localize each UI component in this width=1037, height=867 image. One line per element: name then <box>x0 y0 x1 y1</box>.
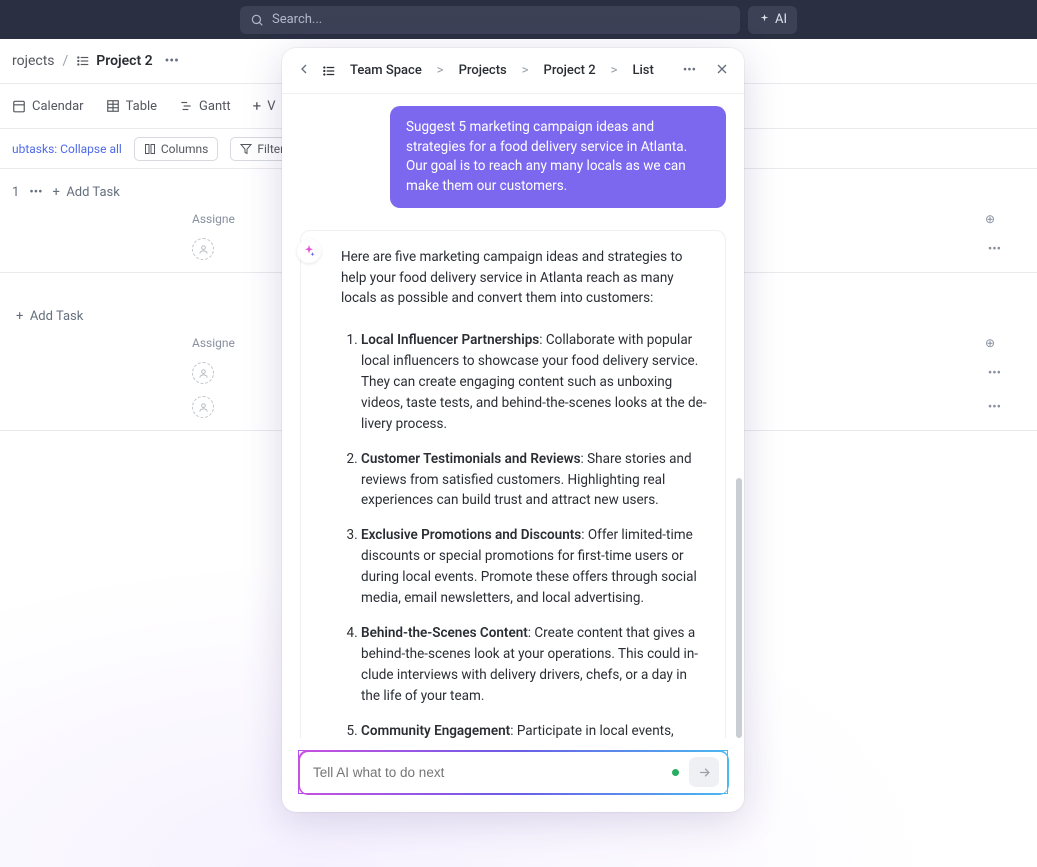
breadcrumb-separator: / <box>63 53 69 69</box>
ai-response-item-title: Customer Testimonials and Reviews <box>361 451 581 467</box>
sparkle-icon <box>302 244 316 258</box>
list-icon <box>76 54 90 68</box>
add-column-icon[interactable]: ⊕ <box>985 212 995 226</box>
ai-response-item: Local Influencer Partnerships: Collabora… <box>361 330 707 435</box>
columns-button[interactable]: Columns <box>134 137 219 161</box>
ai-response-item: Community Engagement: Participate in loc… <box>361 721 707 738</box>
ai-response-item: Customer Testimonials and Reviews: Share… <box>361 449 707 512</box>
view-table-label: Table <box>126 99 157 114</box>
add-column-icon[interactable]: ⊕ <box>985 336 995 350</box>
ai-response-item-title: Local Influencer Partnerships <box>361 332 539 348</box>
subtasks-toggle[interactable]: ubtasks: Collapse all <box>12 142 122 156</box>
columns-icon <box>144 143 156 155</box>
crumb-list[interactable]: List <box>632 63 653 78</box>
view-add-label: V <box>267 99 275 114</box>
breadcrumb-project2[interactable]: Project 2 <box>96 53 152 69</box>
ai-response-item-title: Exclusive Promotions and Discounts <box>361 527 581 543</box>
crumb-sep: > <box>611 63 618 78</box>
ai-response-item-title: Community Engagement <box>361 723 510 738</box>
sparkle-icon <box>758 13 771 26</box>
close-button[interactable] <box>714 61 730 81</box>
crumb-project2[interactable]: Project 2 <box>544 63 596 78</box>
row-more-icon[interactable]: ••• <box>988 366 1001 381</box>
ai-prompt-input[interactable] <box>313 765 672 780</box>
ai-footer <box>282 738 744 812</box>
group-more-icon[interactable]: ••• <box>29 185 42 200</box>
global-search[interactable]: Search... <box>240 6 740 34</box>
assignee-header: Assigne <box>192 212 235 226</box>
crumb-sep: > <box>437 63 444 78</box>
send-button[interactable] <box>689 757 719 787</box>
topbar: Search... AI <box>0 0 1037 39</box>
assignee-add-icon[interactable] <box>192 396 214 418</box>
row-more-icon[interactable]: ••• <box>988 242 1001 257</box>
panel-more-icon[interactable]: ••• <box>683 63 696 78</box>
assignee-add-icon[interactable] <box>192 238 214 260</box>
assignee-add-icon[interactable] <box>192 362 214 384</box>
send-icon <box>697 765 712 780</box>
ai-conversation[interactable]: Suggest 5 marketing campaign ideas and s… <box>282 94 744 738</box>
filter-icon <box>240 143 252 155</box>
ai-label: AI <box>775 12 787 27</box>
ai-panel: Team Space > Projects > Project 2 > List… <box>282 48 744 812</box>
scrollbar-thumb[interactable] <box>736 478 742 738</box>
calendar-icon <box>12 99 26 113</box>
columns-label: Columns <box>161 142 209 156</box>
gantt-icon <box>179 99 193 113</box>
ai-toggle-button[interactable]: AI <box>748 6 797 34</box>
crumb-team-space[interactable]: Team Space <box>350 63 422 78</box>
more-icon[interactable]: ••• <box>165 53 179 69</box>
add-task-link[interactable]: + Add Task <box>52 185 119 200</box>
view-calendar-label: Calendar <box>32 99 84 114</box>
ai-response-item: Exclusive Promotions and Discounts: Offe… <box>361 525 707 609</box>
user-message: Suggest 5 marketing campaign ideas and s… <box>390 106 726 208</box>
search-placeholder: Search... <box>272 12 322 27</box>
crumb-projects[interactable]: Projects <box>459 63 507 78</box>
ai-response-item-title: Behind-the-Scenes Content <box>361 625 528 641</box>
back-button[interactable] <box>296 61 312 81</box>
search-icon <box>250 13 264 27</box>
ai-response: Here are five marketing campaign ideas a… <box>300 230 726 738</box>
ai-response-list: Local Influencer Partnerships: Collabora… <box>341 330 707 738</box>
table-icon <box>106 99 120 113</box>
row-more-icon[interactable]: ••• <box>988 400 1001 415</box>
ai-response-intro: Here are five marketing campaign ideas a… <box>341 247 707 308</box>
breadcrumb-projects[interactable]: rojects <box>12 53 55 69</box>
view-add[interactable]: + V <box>253 97 276 115</box>
view-gantt[interactable]: Gantt <box>179 99 231 114</box>
assignee-header: Assigne <box>192 336 235 350</box>
status-indicator <box>672 769 679 776</box>
plus-icon: + <box>253 97 262 115</box>
view-gantt-label: Gantt <box>199 99 231 114</box>
view-table[interactable]: Table <box>106 99 157 114</box>
task-count: 1 <box>12 185 19 200</box>
ai-panel-header: Team Space > Projects > Project 2 > List… <box>282 48 744 94</box>
ai-avatar <box>297 239 321 263</box>
view-calendar[interactable]: Calendar <box>12 99 84 114</box>
chevron-left-icon <box>296 61 312 77</box>
crumb-sep: > <box>522 63 529 78</box>
ai-input-container <box>298 750 728 794</box>
ai-response-item: Behind-the-Scenes Content: Create conten… <box>361 623 707 707</box>
list-icon <box>322 64 336 78</box>
close-icon <box>714 61 730 77</box>
